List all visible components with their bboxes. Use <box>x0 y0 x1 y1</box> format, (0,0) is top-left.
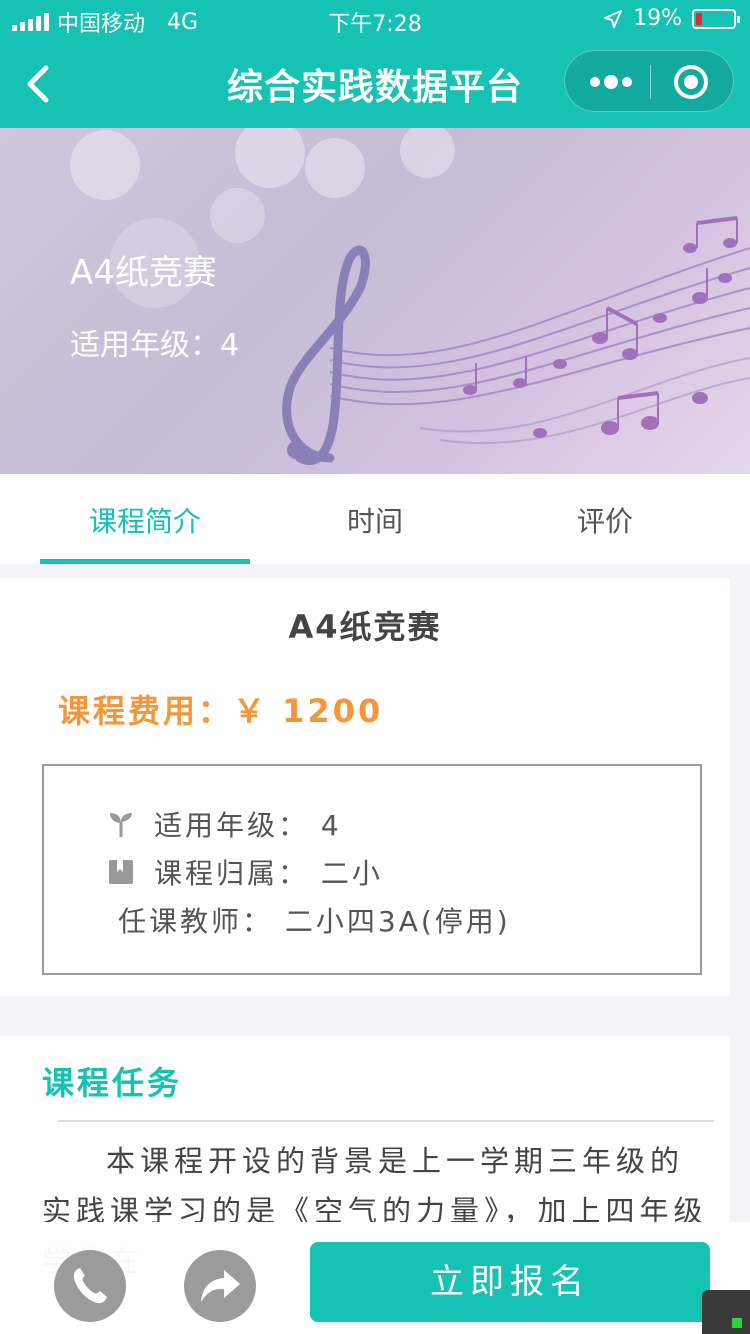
grade-text: 适用年级： 4 <box>154 809 342 842</box>
top-bar: 中国移动 4G 下午7:28 19% 综合实践数据平台 <box>0 0 750 128</box>
course-title: A4纸竞赛 <box>288 608 442 646</box>
call-button[interactable] <box>54 1250 126 1322</box>
teacher-text: 任课教师： 二小四3A(停用) <box>118 905 511 938</box>
task-divider <box>58 1120 714 1122</box>
phone-icon <box>73 1268 107 1304</box>
belongs-row: 课程归属： 二小 <box>108 852 383 892</box>
close-mini-program-button[interactable] <box>673 64 709 100</box>
belongs-text: 课程归属： 二小 <box>154 857 383 890</box>
target-icon <box>674 65 708 99</box>
navigation-bar: 综合实践数据平台 <box>0 42 750 128</box>
course-details-box: 适用年级： 4 课程归属： 二小 任课教师： 二小四3A(停用) <box>42 764 702 975</box>
tab-time[interactable]: 时间 <box>270 500 480 540</box>
banner-grade: 适用年级：4 <box>70 328 240 363</box>
course-fee: 课程费用：￥ 1200 <box>58 692 384 730</box>
task-heading: 课程任务 <box>42 1064 183 1102</box>
debug-indicator <box>702 1290 750 1334</box>
active-tab-indicator <box>40 559 250 564</box>
mini-program-capsule <box>564 50 734 112</box>
tab-evaluation[interactable]: 评价 <box>500 500 710 540</box>
course-info-card: A4纸竞赛 课程费用：￥ 1200 适用年级： 4 课程归属： 二小 任课教师：… <box>0 578 730 996</box>
location-arrow-icon <box>604 9 623 28</box>
book-icon <box>109 860 133 884</box>
course-banner: A4纸竞赛 适用年级：4 <box>0 128 750 474</box>
status-bar: 中国移动 4G 下午7:28 19% <box>0 0 750 42</box>
signup-button[interactable]: 立即报名 <box>310 1242 710 1322</box>
sprout-icon <box>110 813 132 837</box>
battery-icon <box>692 8 740 29</box>
share-button[interactable] <box>184 1250 256 1322</box>
banner-course-title: A4纸竞赛 <box>70 253 217 293</box>
tab-bar: 课程简介 时间 评价 <box>0 474 750 564</box>
tab-course-intro[interactable]: 课程简介 <box>40 500 250 540</box>
music-notes-illustration <box>282 216 750 465</box>
battery-percent: 19% <box>633 6 682 31</box>
capsule-divider <box>650 65 651 99</box>
more-dots-icon <box>590 75 632 89</box>
grade-row: 适用年级： 4 <box>108 804 342 844</box>
share-icon <box>201 1270 240 1302</box>
bottom-action-bar: 立即报名 <box>0 1222 750 1334</box>
more-button[interactable] <box>587 69 635 95</box>
